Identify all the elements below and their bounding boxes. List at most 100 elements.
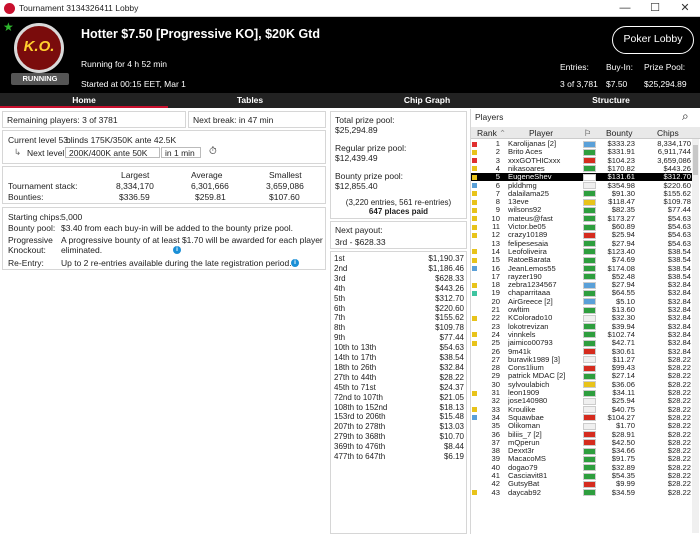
player-row[interactable]: 33 Kroulike $40.75 $28.22 — [471, 405, 693, 414]
search-icon[interactable]: ⌕ — [682, 109, 689, 124]
player-row[interactable]: 30 sylvoulabich $36.06 $28.22 — [471, 380, 693, 389]
player-row[interactable]: 21 owltim $13.60 $32.84 — [471, 305, 693, 314]
tab-tables[interactable]: Tables — [168, 93, 332, 108]
payout-row: 1st $1,190.37 — [331, 254, 467, 264]
player-row[interactable]: 36 biliis_7 [2] $28.91 $28.22 — [471, 430, 693, 439]
player-row[interactable]: 17 rayzer190 $52.48 $38.54 — [471, 272, 693, 281]
players-scrollbar[interactable] — [692, 139, 699, 533]
places-paid: 647 places paid — [368, 207, 429, 216]
col-player[interactable]: Player — [529, 128, 553, 138]
player-row[interactable]: 43 daycab92 $34.59 $28.22 — [471, 488, 693, 497]
country-flag-icon — [583, 397, 596, 405]
player-row[interactable]: 20 AirGreece [2] $5.10 $32.84 — [471, 297, 693, 306]
country-flag-icon — [583, 455, 596, 463]
prize-pool-label: Prize Pool: — [644, 62, 686, 72]
level-box: Current level 53: blinds 175K/350K ante … — [2, 130, 326, 164]
reentry-label: Re-Entry: — [8, 258, 44, 268]
player-row[interactable]: 14 Leofoliveira $123.40 $38.54 — [471, 247, 693, 256]
player-row[interactable]: 34 Squawbae $104.27 $28.22 — [471, 413, 693, 422]
col-chips[interactable]: Chips — [657, 128, 679, 138]
player-row[interactable]: 26 9m41k $30.61 $32.84 — [471, 347, 693, 356]
player-row[interactable]: 11 Victor.be05 $60.89 $54.63 — [471, 222, 693, 231]
player-row[interactable]: 3 xxxGOTHICxxx $104.23 3,659,086 — [471, 156, 693, 165]
player-row[interactable]: 25 jaimico00793 $42.71 $32.84 — [471, 338, 693, 347]
payout-place: 72nd to 107th — [334, 392, 383, 402]
player-row[interactable]: 27 buravik1989 [3] $11.27 $28.22 — [471, 355, 693, 364]
payout-place: 1st — [334, 254, 345, 263]
bounties-label: Bounties: — [8, 192, 44, 202]
total-prize-value: $25,294.89 — [335, 125, 378, 135]
country-flag-icon — [583, 157, 596, 165]
prize-pool-box: Total prize pool: $25,294.89 Regular pri… — [330, 111, 467, 207]
player-row[interactable]: 37 mQperun $42.50 $28.22 — [471, 438, 693, 447]
player-note-color-icon — [472, 166, 477, 172]
player-row[interactable]: 41 Casciavit81 $54.35 $28.22 — [471, 471, 693, 480]
player-name: rayzer190 — [508, 272, 542, 281]
player-name: vinnkels — [508, 330, 536, 339]
payout-row: 369th to 476th $8.44 — [331, 442, 467, 452]
player-row[interactable]: 39 MacacoMS $91.75 $28.22 — [471, 455, 693, 464]
player-row[interactable]: 15 RatoeBarata $74.69 $38.54 — [471, 255, 693, 264]
col-rank[interactable]: Rank — [477, 128, 497, 138]
player-row[interactable]: 31 leon1909 $34.11 $28.22 — [471, 388, 693, 397]
player-name: Victor.be05 — [508, 223, 546, 231]
minimize-button[interactable]: — — [610, 0, 640, 17]
player-row[interactable]: 19 chaparritaaa $64.55 $32.84 — [471, 289, 693, 297]
regular-prize-value: $12,439.49 — [335, 153, 378, 163]
player-row[interactable]: 42 GutsyBat $9.99 $28.22 — [471, 479, 693, 488]
status-badge: RUNNING — [11, 73, 69, 85]
player-row[interactable]: 22 KColorado10 $32.30 $32.84 — [471, 313, 693, 322]
next-payout-value: 3rd - $628.33 — [335, 237, 386, 247]
player-name: buravik1989 [3] — [508, 355, 560, 364]
player-row[interactable]: 29 patrick MDAC [2] $27.14 $28.22 — [471, 372, 693, 381]
info-icon[interactable]: i — [291, 259, 299, 267]
player-name: Leofoliveira — [508, 247, 547, 256]
payout-row: 27th to 44th $28.22 — [331, 373, 467, 383]
payout-row: 72nd to 107th $21.05 — [331, 392, 467, 403]
player-row[interactable]: 38 Dexxt3r $34.66 $28.22 — [471, 446, 693, 455]
player-row[interactable]: 5 EugeneShev $131.61 $312.70 — [471, 172, 693, 182]
regular-prize-label: Regular prize pool: — [335, 143, 407, 153]
player-row[interactable]: 40 dogao79 $32.89 $28.22 — [471, 463, 693, 472]
country-flag-icon — [583, 182, 596, 189]
player-row[interactable]: 24 vinnkels $102.74 $32.84 — [471, 330, 693, 339]
players-scroll-thumb[interactable] — [693, 145, 698, 175]
player-name: wilsons92 — [508, 206, 542, 215]
player-row[interactable]: 23 lokotrevizan $39.94 $32.84 — [471, 322, 693, 331]
player-name: lokotrevizan — [508, 322, 549, 331]
player-note-color-icon — [472, 191, 477, 197]
remaining-players: Remaining players: 3 of 3781 — [7, 115, 118, 125]
player-row[interactable]: 6 pkldhmg $354.98 $220.60 — [471, 181, 693, 190]
player-row[interactable]: 8 13eve $118.47 $109.78 — [471, 197, 693, 206]
tab-chip-graph[interactable]: Chip Graph — [332, 93, 522, 108]
player-row[interactable]: 16 JeanLemos55 $174.08 $38.54 — [471, 264, 693, 273]
favorite-star-icon[interactable]: ★ — [3, 20, 14, 34]
col-bounty[interactable]: Bounty — [606, 128, 632, 138]
player-name: felipesesaia — [508, 239, 549, 248]
close-button[interactable]: ✕ — [670, 0, 700, 17]
player-row[interactable]: 28 Cons1lium $99.43 $28.22 — [471, 363, 693, 372]
player-row[interactable]: 7 dalailama25 $91.30 $155.62 — [471, 189, 693, 198]
player-name: Brito Aces — [508, 148, 543, 157]
player-row[interactable]: 32 jose140980 $25.94 $28.22 — [471, 396, 693, 405]
player-row[interactable]: 13 felipesesaia $27.94 $54.63 — [471, 239, 693, 248]
country-flag-icon — [583, 339, 596, 347]
maximize-button[interactable]: ☐ — [640, 0, 670, 17]
sort-icon: ⌃ — [499, 128, 507, 138]
player-row[interactable]: 10 mateus@fast $173.27 $54.63 — [471, 214, 693, 223]
country-flag-icon — [583, 256, 596, 264]
info-icon[interactable]: i — [173, 246, 181, 254]
player-row[interactable]: 12 crazy10189 $25.94 $54.63 — [471, 230, 693, 239]
stack-col-largest: Largest — [121, 170, 150, 180]
tab-structure[interactable]: Structure — [522, 93, 700, 108]
player-note-color-icon — [472, 340, 477, 346]
player-note-color-icon — [472, 266, 477, 271]
player-row[interactable]: 35 Olikoman $1.70 $28.22 — [471, 421, 693, 430]
payout-place: 45th to 71st — [334, 382, 376, 392]
player-row[interactable]: 9 wilsons92 $82.35 $77.44 — [471, 206, 693, 214]
player-row[interactable]: 4 nikasoares $170.82 $443.26 — [471, 164, 693, 173]
player-row[interactable]: 18 zebra1234567 $27.94 $32.84 — [471, 280, 693, 289]
poker-lobby-button[interactable]: Poker Lobby — [612, 26, 694, 54]
tab-home[interactable]: Home — [0, 93, 168, 108]
payout-place: 8th — [334, 323, 346, 333]
